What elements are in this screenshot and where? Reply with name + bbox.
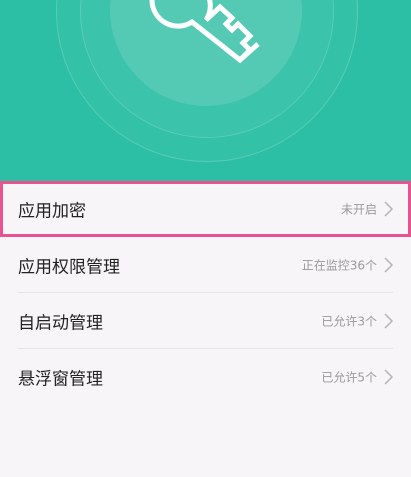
chevron-right-icon: [384, 313, 394, 329]
hero-banner: [0, 0, 411, 181]
item-label: 应用权限管理: [18, 257, 120, 278]
item-label: 悬浮窗管理: [18, 369, 103, 390]
item-status: 正在监控36个: [301, 258, 377, 273]
item-label: 应用加密: [18, 201, 86, 222]
item-status: 未开启: [340, 202, 377, 217]
settings-list: 应用加密 未开启 应用权限管理 正在监控36个 自启动管理 已允许3个 悬浮窗管…: [0, 181, 411, 405]
chevron-right-icon: [384, 257, 394, 273]
app-permission-management-item[interactable]: 应用权限管理 正在监控36个: [0, 237, 411, 293]
item-label: 自启动管理: [18, 313, 103, 334]
app-encryption-item[interactable]: 应用加密 未开启: [0, 181, 411, 237]
chevron-right-icon: [384, 201, 394, 217]
item-status: 已允许5个: [321, 370, 377, 385]
item-status: 已允许3个: [321, 314, 377, 329]
floating-window-management-item[interactable]: 悬浮窗管理 已允许5个: [0, 349, 411, 405]
chevron-right-icon: [384, 369, 394, 385]
key-icon: [149, 0, 260, 64]
autostart-management-item[interactable]: 自启动管理 已允许3个: [0, 293, 411, 349]
